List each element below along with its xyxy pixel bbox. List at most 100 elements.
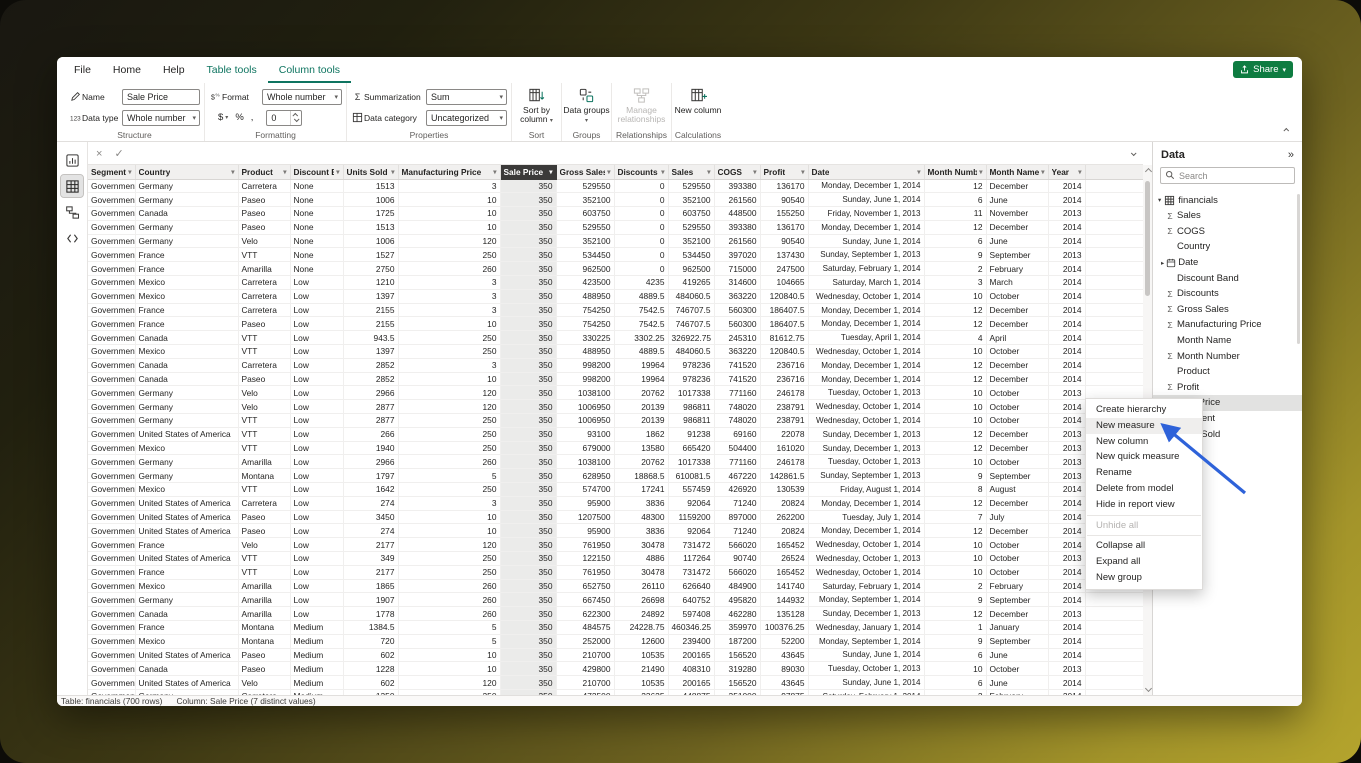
cell-date[interactable]: Sunday, June 1, 2014 <box>808 648 924 662</box>
cell-profit[interactable]: 136170 <box>760 179 808 193</box>
cell-country[interactable]: Mexico <box>135 483 238 497</box>
cell-month-name[interactable]: September <box>986 469 1048 483</box>
cell-year[interactable]: 2013 <box>1048 607 1085 621</box>
cell-manufacturing-price[interactable]: 120 <box>398 400 500 414</box>
cell-month-name[interactable]: December <box>986 179 1048 193</box>
cell-profit[interactable]: 246178 <box>760 455 808 469</box>
cell-profit[interactable]: 141740 <box>760 579 808 593</box>
cell-date[interactable]: Monday, December 1, 2014 <box>808 220 924 234</box>
cell-sales[interactable]: 352100 <box>668 234 714 248</box>
cell-gross-sales[interactable]: 1006950 <box>556 414 614 428</box>
cell-month-number[interactable]: 10 <box>924 662 986 676</box>
cell-gross-sales[interactable]: 488950 <box>556 345 614 359</box>
cell-segment[interactable]: Government <box>88 662 135 676</box>
cell-profit[interactable]: 161020 <box>760 441 808 455</box>
cell-discounts[interactable]: 24228.75 <box>614 621 668 635</box>
cell-month-number[interactable]: 9 <box>924 469 986 483</box>
cell-segment[interactable]: Government <box>88 289 135 303</box>
cell-month-name[interactable]: October <box>986 455 1048 469</box>
cell-product[interactable]: Amarilla <box>238 455 290 469</box>
cell-discounts[interactable]: 1862 <box>614 427 668 441</box>
cell-units-sold[interactable]: 2877 <box>343 400 398 414</box>
cell-manufacturing-price[interactable]: 260 <box>398 607 500 621</box>
cell-segment[interactable]: Government <box>88 179 135 193</box>
cell-product[interactable]: Carretera <box>238 179 290 193</box>
cell-month-number[interactable]: 12 <box>924 524 986 538</box>
cell-date[interactable]: Tuesday, April 1, 2014 <box>808 331 924 345</box>
cell-product[interactable]: Amarilla <box>238 593 290 607</box>
cell-year[interactable]: 2014 <box>1048 276 1085 290</box>
cell-gross-sales[interactable]: 1038100 <box>556 455 614 469</box>
cell-segment[interactable]: Government <box>88 496 135 510</box>
cell-year[interactable]: 2014 <box>1048 496 1085 510</box>
cell-sales[interactable]: 746707.5 <box>668 317 714 331</box>
cell-discounts[interactable]: 0 <box>614 207 668 221</box>
cell-profit[interactable]: 104665 <box>760 276 808 290</box>
cell-gross-sales[interactable]: 761950 <box>556 565 614 579</box>
column-header-gross-sales[interactable]: Gross Sales▾ <box>556 165 614 179</box>
cell-sale-price[interactable]: 350 <box>500 621 556 635</box>
cell-gross-sales[interactable]: 484575 <box>556 621 614 635</box>
cell-sales[interactable]: 1159200 <box>668 510 714 524</box>
column-name-input[interactable] <box>122 89 200 105</box>
cell-year[interactable]: 2014 <box>1048 676 1085 690</box>
cell-product[interactable]: VTT <box>238 427 290 441</box>
cell-discount-band[interactable]: None <box>290 220 343 234</box>
cell-product[interactable]: VTT <box>238 483 290 497</box>
cell-month-name[interactable]: September <box>986 593 1048 607</box>
cell-sales[interactable]: 419265 <box>668 276 714 290</box>
field-month-number[interactable]: ΣMonth Number <box>1153 348 1302 364</box>
cell-date[interactable]: Wednesday, October 1, 2014 <box>808 400 924 414</box>
field-manufacturing-price[interactable]: ΣManufacturing Price <box>1153 317 1302 333</box>
field-profit[interactable]: ΣProfit <box>1153 380 1302 396</box>
cell-profit[interactable]: 81612.75 <box>760 331 808 345</box>
table-row[interactable]: GovernmentFrancePaseoLow2155103507542507… <box>88 317 1143 331</box>
cell-date[interactable]: Monday, September 1, 2014 <box>808 593 924 607</box>
table-row[interactable]: GovernmentUnited States of AmericaVTTLow… <box>88 552 1143 566</box>
filter-icon[interactable]: ▾ <box>917 168 920 176</box>
cell-discount-band[interactable]: Low <box>290 400 343 414</box>
cell-segment[interactable]: Government <box>88 220 135 234</box>
cell-product[interactable]: Montana <box>238 469 290 483</box>
cell-sales[interactable]: 986811 <box>668 400 714 414</box>
menu-item-new-column[interactable]: New column <box>1086 434 1202 450</box>
cell-month-name[interactable]: October <box>986 538 1048 552</box>
cell-units-sold[interactable]: 1778 <box>343 607 398 621</box>
cell-gross-sales[interactable]: 95900 <box>556 524 614 538</box>
cell-discount-band[interactable]: Low <box>290 317 343 331</box>
cell-discount-band[interactable]: Medium <box>290 676 343 690</box>
cell-manufacturing-price[interactable]: 10 <box>398 662 500 676</box>
cell-segment[interactable]: Government <box>88 579 135 593</box>
cell-discount-band[interactable]: Medium <box>290 634 343 648</box>
cell-manufacturing-price[interactable]: 10 <box>398 372 500 386</box>
cell-month-number[interactable]: 4 <box>924 331 986 345</box>
currency-format-button[interactable]: $ ▾ <box>218 112 228 123</box>
cell-month-name[interactable]: October <box>986 400 1048 414</box>
cell-year[interactable]: 2014 <box>1048 510 1085 524</box>
menu-item-new-measure[interactable]: New measure <box>1086 418 1202 434</box>
cell-month-number[interactable]: 10 <box>924 565 986 579</box>
cell-sale-price[interactable]: 350 <box>500 386 556 400</box>
cell-gross-sales[interactable]: 761950 <box>556 538 614 552</box>
cell-cogs[interactable]: 566020 <box>714 565 760 579</box>
cell-date[interactable]: Sunday, December 1, 2013 <box>808 607 924 621</box>
cell-product[interactable]: Paseo <box>238 648 290 662</box>
cell-gross-sales[interactable]: 352100 <box>556 234 614 248</box>
column-header-discounts[interactable]: Discounts▾ <box>614 165 668 179</box>
cell-manufacturing-price[interactable]: 3 <box>398 289 500 303</box>
cell-units-sold[interactable]: 2177 <box>343 538 398 552</box>
search-box[interactable] <box>1160 167 1295 184</box>
tab-help[interactable]: Help <box>152 57 196 83</box>
cell-sale-price[interactable]: 350 <box>500 538 556 552</box>
cell-units-sold[interactable]: 602 <box>343 648 398 662</box>
cell-sales[interactable]: 978236 <box>668 372 714 386</box>
cell-manufacturing-price[interactable]: 10 <box>398 524 500 538</box>
table-row[interactable]: GovernmentUnited States of AmericaPaseoM… <box>88 648 1143 662</box>
cell-date[interactable]: Monday, December 1, 2014 <box>808 179 924 193</box>
cell-year[interactable]: 2014 <box>1048 579 1085 593</box>
cell-country[interactable]: Mexico <box>135 441 238 455</box>
cell-product[interactable]: Montana <box>238 634 290 648</box>
cell-profit[interactable]: 43645 <box>760 676 808 690</box>
cell-month-number[interactable]: 12 <box>924 607 986 621</box>
column-header-units-sold[interactable]: Units Sold▾ <box>343 165 398 179</box>
